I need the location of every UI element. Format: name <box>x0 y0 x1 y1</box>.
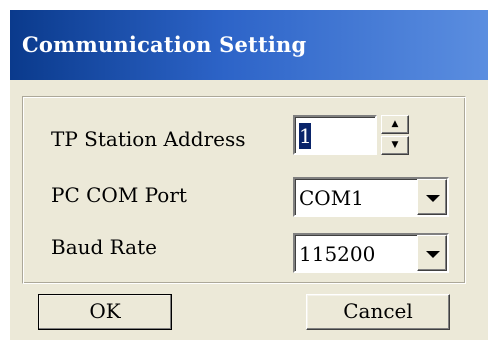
chevron-down-icon <box>426 195 440 202</box>
com-port-label: PC COM Port <box>51 183 187 207</box>
baud-rate-select[interactable]: 115200 <box>293 233 449 273</box>
dialog-title: Communication Setting <box>22 32 307 57</box>
title-bar[interactable]: Communication Setting <box>10 10 488 80</box>
com-port-select[interactable]: COM1 <box>293 177 449 217</box>
baud-rate-dropdown-button[interactable] <box>417 235 447 271</box>
chevron-down-icon <box>426 251 440 258</box>
cancel-button[interactable]: Cancel <box>306 294 450 330</box>
station-address-label: TP Station Address <box>51 127 246 151</box>
baud-rate-value: 115200 <box>299 242 376 266</box>
station-address-spinner[interactable]: ▲ ▼ <box>381 115 409 155</box>
spin-down-icon[interactable]: ▼ <box>381 136 409 155</box>
com-port-value: COM1 <box>299 186 364 210</box>
station-address-value[interactable]: 1 <box>299 123 312 149</box>
spin-up-icon[interactable]: ▲ <box>381 115 409 134</box>
communication-setting-dialog: Communication Setting TP Station Address… <box>10 10 488 340</box>
dialog-body: TP Station Address 1 ▲ ▼ PC COM Port COM… <box>10 80 488 340</box>
ok-button[interactable]: OK <box>38 294 172 330</box>
station-address-input[interactable]: 1 <box>293 115 377 155</box>
com-port-dropdown-button[interactable] <box>417 179 447 215</box>
baud-rate-label: Baud Rate <box>51 235 157 259</box>
settings-group: TP Station Address 1 ▲ ▼ PC COM Port COM… <box>22 96 466 284</box>
